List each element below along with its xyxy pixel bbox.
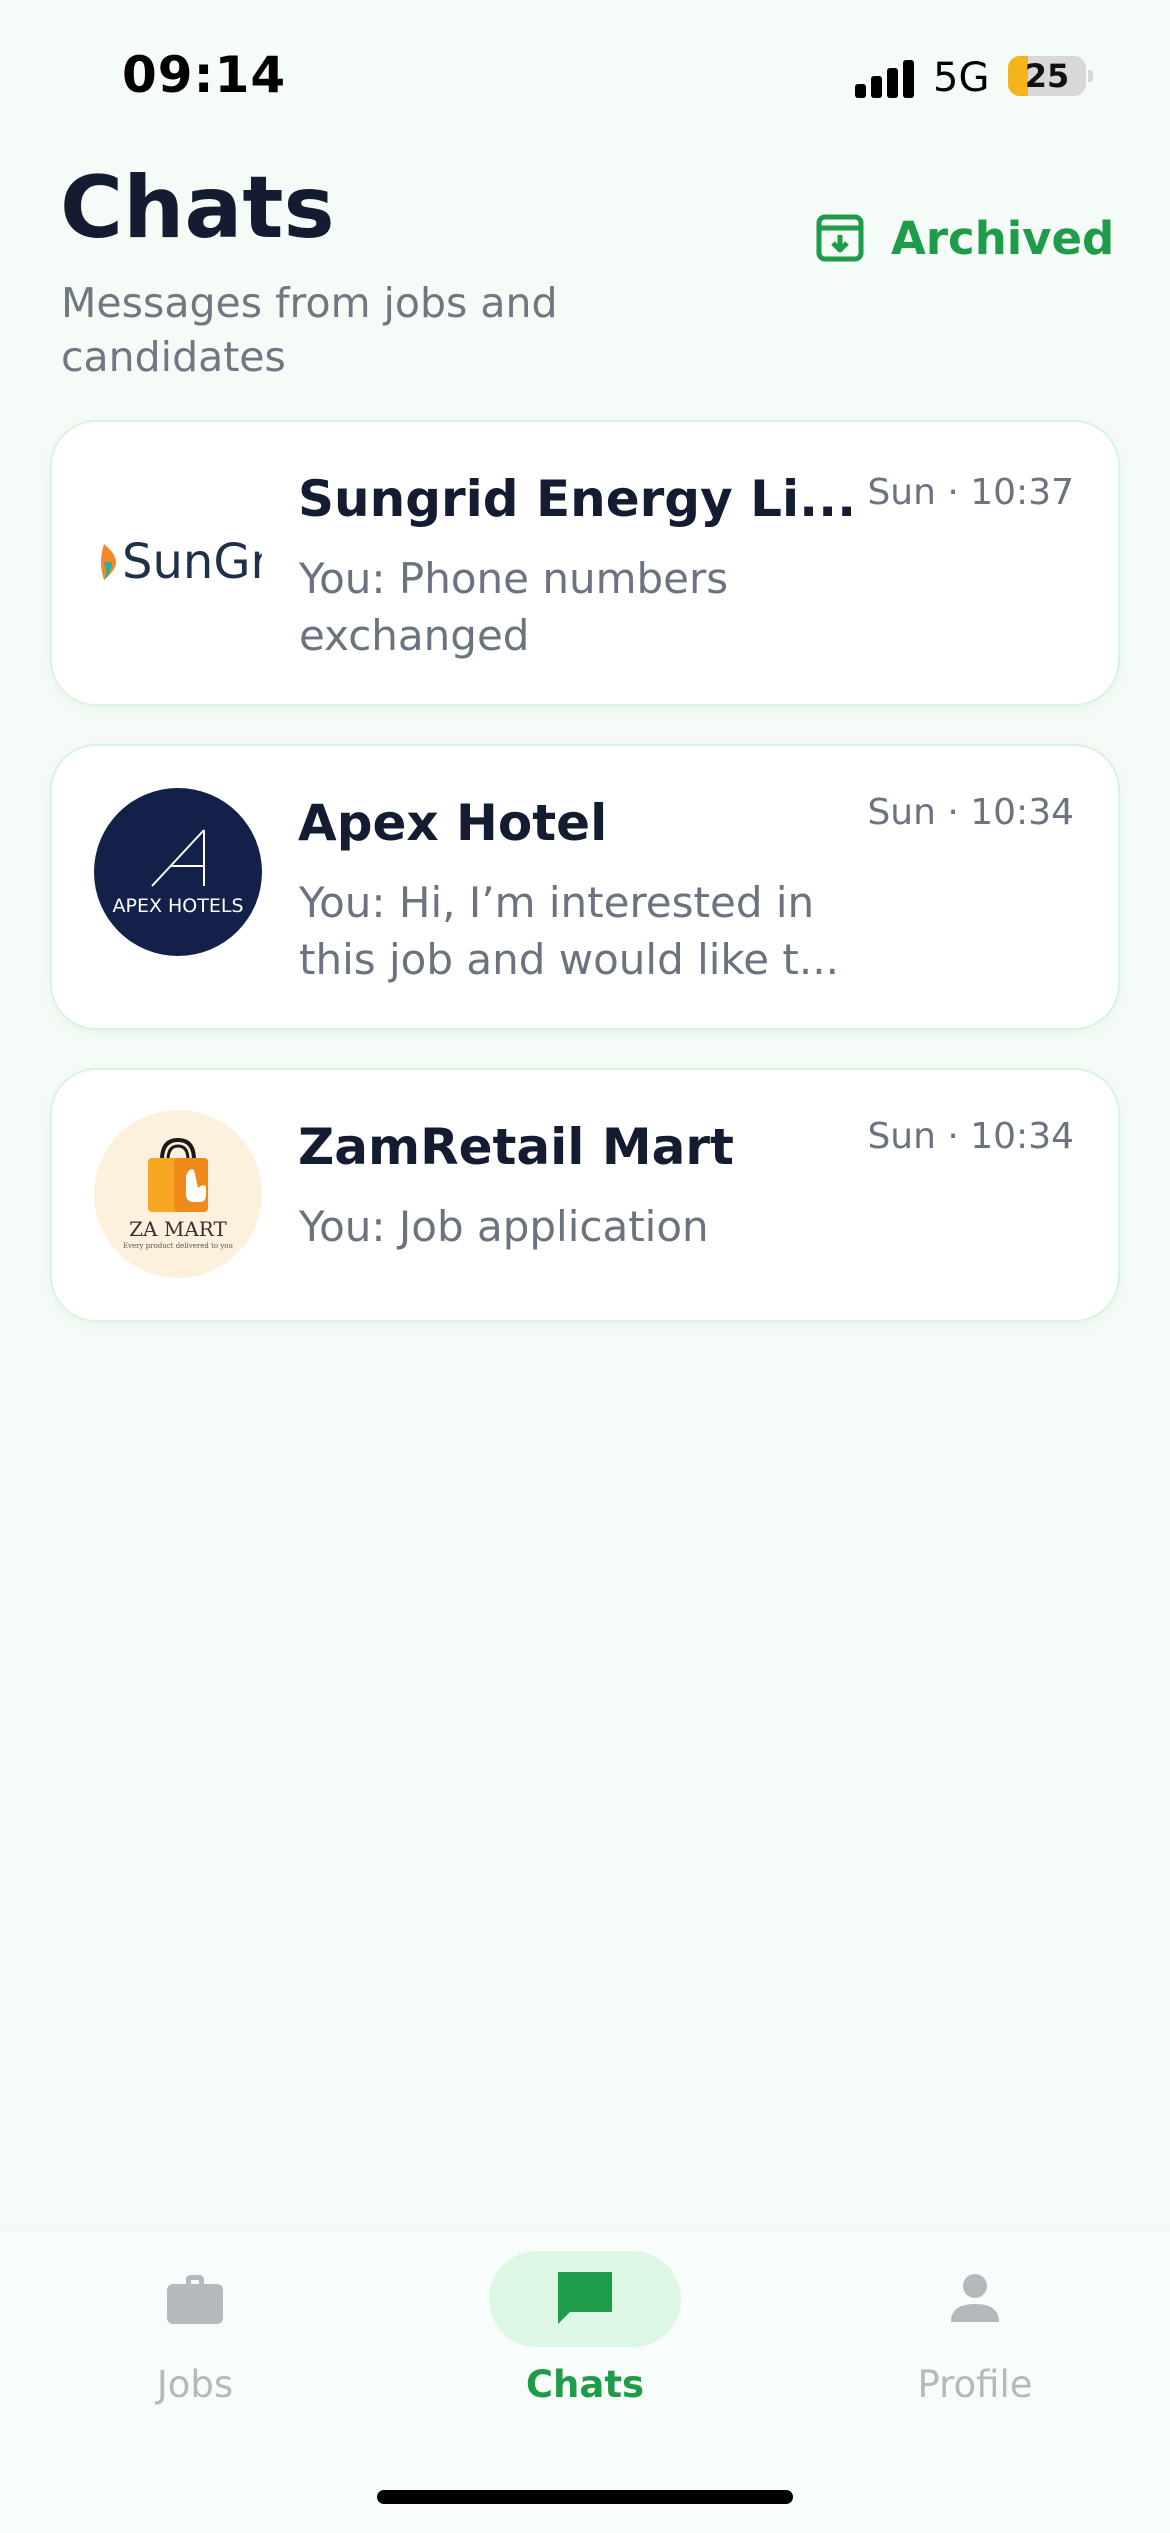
zamart-logo-icon: ZA MART Every product delivered to you [123,1137,234,1250]
page-subtitle: Messages from jobs and candidates [61,279,558,381]
sungrid-logo-icon: SunGr [101,534,262,590]
chat-time: Sun · 10:34 [867,792,1074,833]
archived-button[interactable]: Archived [815,208,1114,268]
chat-preview: You: Job application [299,1202,709,1251]
person-icon [951,2274,999,2322]
zamart-logo-text: ZA MART [129,1217,227,1241]
status-bar: 09:14 5G 25 [0,0,1170,150]
chat-name: Apex Hotel [298,794,608,852]
nav-label-jobs: Jobs [156,2363,234,2406]
chat-name: ZamRetail Mart [298,1118,734,1176]
archived-label: Archived [891,211,1115,265]
page-title: Chats [60,158,335,258]
nav-label-profile: Profile [917,2363,1033,2406]
sungrid-logo-text: SunGr [122,534,262,590]
avatar-apex-hotel: APEX HOTELS [94,788,262,956]
nav-item-chats[interactable]: Chats [390,2231,780,2431]
apex-logo-text: APEX HOTELS [112,895,243,917]
chat-name: Sungrid Energy Li... [298,470,857,528]
network-type: 5G [933,55,990,101]
battery-icon: 25 [1008,56,1086,96]
nav-label-chats: Chats [525,2363,645,2406]
nav-profile-icon-wrap [879,2251,1071,2347]
archive-box-icon [816,214,864,262]
nav-jobs-icon-wrap [99,2251,291,2347]
avatar-sungrid: SunGr [94,478,262,646]
battery-tip [1088,70,1093,82]
chat-item-apex-hotel[interactable]: APEX HOTELS Apex Hotel Sun · 10:34 You: … [50,744,1120,1030]
chat-item-sungrid[interactable]: SunGr Sungrid Energy Li... Sun · 10:37 Y… [50,420,1120,706]
signal-bars-icon [855,60,914,98]
chat-item-zamretail[interactable]: ZA MART Every product delivered to you Z… [50,1068,1120,1322]
nav-chats-icon-wrap [489,2251,681,2347]
nav-item-profile[interactable]: Profile [780,2231,1170,2431]
apex-logo-icon: APEX HOTELS [112,829,244,917]
chat-time: Sun · 10:34 [867,1116,1074,1157]
avatar-zamretail: ZA MART Every product delivered to you [94,1110,262,1278]
home-indicator [377,2490,793,2504]
bottom-nav: Jobs Chats Profile [0,2230,1170,2533]
chat-time: Sun · 10:37 [867,472,1074,513]
nav-item-jobs[interactable]: Jobs [0,2231,390,2431]
status-time: 09:14 [122,46,287,104]
battery-level: 25 [1024,57,1070,95]
chat-preview: You: Hi, I’m interested in this job and … [299,878,839,984]
chat-list: SunGr Sungrid Energy Li... Sun · 10:37 Y… [50,420,1120,1360]
zamart-logo-tagline: Every product delivered to you [123,1242,234,1250]
briefcase-icon [167,2275,223,2324]
chat-preview: You: Phone numbers exchanged [299,554,729,660]
chat-bubble-icon [558,2272,612,2324]
